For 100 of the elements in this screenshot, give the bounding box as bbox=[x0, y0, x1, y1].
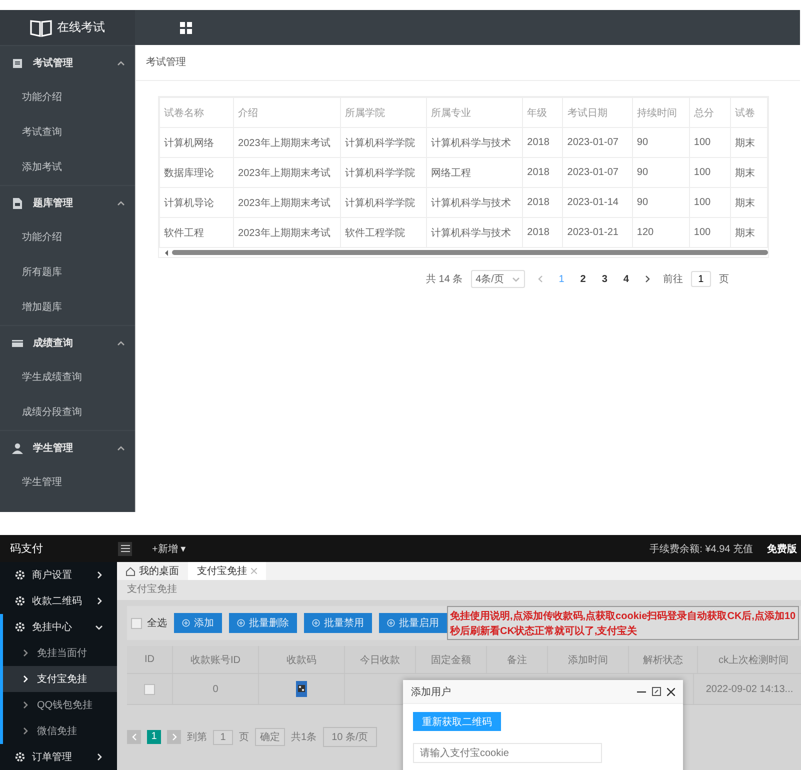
table-cell: 计算机网络 bbox=[160, 128, 234, 158]
menu-item[interactable]: 功能介绍 bbox=[0, 220, 135, 255]
menu-group-label: 题库管理 bbox=[33, 196, 74, 210]
table-cell: 100 bbox=[689, 218, 730, 248]
table-cell: 计算机科学与技术 bbox=[426, 188, 523, 218]
menu-group-label: 考试管理 bbox=[33, 56, 74, 70]
file-icon bbox=[12, 198, 23, 208]
chevron-icon bbox=[117, 199, 125, 207]
menu-item[interactable]: 功能介绍 bbox=[0, 80, 135, 115]
table-cell: 2023-01-21 bbox=[562, 218, 632, 248]
menu-item[interactable]: 成绩分段查询 bbox=[0, 395, 135, 430]
column-header: 解析状态 bbox=[629, 646, 698, 673]
action-button[interactable]: 添加 bbox=[174, 613, 222, 633]
maximize-icon bbox=[652, 687, 661, 696]
column-header: 收款码 bbox=[259, 646, 345, 673]
edition-link[interactable]: 免费版 bbox=[767, 542, 797, 556]
page-number[interactable]: 3 bbox=[598, 274, 612, 284]
action-button[interactable]: 批量禁用 bbox=[304, 613, 372, 633]
menu-item[interactable]: 考试查询 bbox=[0, 115, 135, 150]
menu-item[interactable]: 学生管理 bbox=[0, 465, 135, 500]
cookie-input-field[interactable]: 请输入支付宝cookie bbox=[413, 743, 602, 763]
table-cell: 期末 bbox=[730, 128, 768, 158]
table-cell: 软件工程 bbox=[160, 218, 234, 248]
action-button[interactable]: 批量删除 bbox=[229, 613, 297, 633]
table-cell: 2022-09-02 14:13... bbox=[694, 674, 801, 704]
table-cell: 2018 bbox=[522, 188, 563, 218]
table-cell: 2018 bbox=[522, 158, 563, 188]
menu-group-label: 学生管理 bbox=[33, 442, 74, 455]
add-new-menu[interactable]: +新增 ▾ bbox=[152, 542, 186, 556]
chevron-icon bbox=[512, 275, 520, 283]
chevron-icon bbox=[21, 675, 29, 683]
menu-group-label: 商户设置 bbox=[32, 568, 73, 582]
chevron-icon bbox=[95, 597, 103, 605]
select-all-checkbox[interactable]: 全选 bbox=[127, 616, 167, 630]
table-cell: 100 bbox=[689, 128, 730, 158]
page-suffix: 页 bbox=[718, 273, 729, 286]
chevron-icon bbox=[21, 727, 29, 735]
chevron-icon bbox=[95, 753, 103, 761]
plus-circle-icon bbox=[237, 619, 245, 627]
table-cell: 期末 bbox=[730, 218, 768, 248]
page-number[interactable]: 1 bbox=[147, 730, 161, 744]
chevron-icon bbox=[21, 701, 29, 709]
table-cell: 90 bbox=[632, 188, 690, 218]
page-size-select[interactable]: 4条/页 bbox=[470, 270, 525, 288]
column-header: 试卷名称 bbox=[160, 98, 234, 128]
close-icon bbox=[667, 688, 675, 696]
column-header: 试卷 bbox=[730, 98, 768, 128]
menu-button[interactable] bbox=[118, 542, 132, 556]
goto-label: 到第 bbox=[187, 731, 207, 744]
chevron-right-icon bbox=[172, 733, 176, 741]
chevron-right-icon bbox=[644, 275, 651, 283]
maximize-button[interactable] bbox=[652, 687, 661, 696]
table-cell: 期末 bbox=[730, 158, 768, 188]
menu-item[interactable]: 所有题库 bbox=[0, 255, 135, 290]
plus-circle-icon bbox=[312, 619, 320, 627]
table-cell: 120 bbox=[632, 218, 690, 248]
column-header: 介绍 bbox=[234, 98, 341, 128]
table-cell: 2023年上期期末考试 bbox=[234, 128, 341, 158]
total-count: 共1条 bbox=[291, 730, 317, 744]
table-cell: 计算机科学与技术 bbox=[426, 218, 523, 248]
row-checkbox[interactable] bbox=[144, 684, 155, 694]
menu-group[interactable]: 商户设置 bbox=[0, 562, 117, 588]
menu-group[interactable]: 订单管理 bbox=[0, 744, 117, 770]
table-cell: 2018 bbox=[522, 128, 563, 158]
menu-icon bbox=[120, 545, 130, 552]
table-cell: 100 bbox=[689, 188, 730, 218]
table-cell: 2018 bbox=[522, 218, 563, 248]
goto-label: 前往 bbox=[662, 272, 683, 286]
menu-item[interactable]: 支付宝免挂 bbox=[0, 666, 117, 692]
chevron-icon bbox=[21, 649, 29, 657]
table-cell: 2023-01-07 bbox=[562, 158, 632, 188]
gear-icon bbox=[15, 596, 25, 606]
column-header: ck上次检测时间 bbox=[698, 646, 801, 673]
balance-text: 手续费余额: ¥4.94 充值 bbox=[650, 542, 753, 556]
chevron-icon bbox=[95, 623, 103, 631]
page-number[interactable]: 2 bbox=[576, 274, 590, 284]
table-cell: 2023-01-14 bbox=[562, 188, 632, 218]
total-count: 共 14 条 bbox=[426, 272, 463, 286]
table-cell: 计算机科学学院 bbox=[340, 188, 427, 218]
menu-item[interactable]: 增加题库 bbox=[0, 290, 135, 325]
table-cell: 2023年上期期末考试 bbox=[234, 218, 341, 248]
table-cell: 软件工程学院 bbox=[340, 218, 427, 248]
table-cell: 计算机科学与技术 bbox=[426, 128, 523, 158]
table-cell: 0 bbox=[173, 674, 259, 704]
page-input[interactable]: 1 bbox=[690, 271, 711, 287]
plus-circle-icon bbox=[182, 619, 190, 627]
menu-group[interactable]: 收款二维码 bbox=[0, 588, 117, 614]
menu-group-label: 收款二维码 bbox=[32, 594, 83, 608]
tab[interactable]: 支付宝免挂 bbox=[188, 562, 266, 580]
menu-item[interactable]: 添加考试 bbox=[0, 150, 135, 185]
column-header: 添加时间 bbox=[548, 646, 629, 673]
close-button[interactable] bbox=[667, 688, 675, 696]
column-header: 收款账号ID bbox=[173, 646, 259, 673]
menu-item[interactable]: 学生成绩查询 bbox=[0, 360, 135, 395]
chevron-icon bbox=[117, 59, 125, 67]
card-icon bbox=[12, 338, 23, 348]
tab[interactable]: 我的桌面 bbox=[117, 562, 188, 580]
action-button[interactable]: 批量启用 bbox=[379, 613, 447, 633]
page-number[interactable]: 4 bbox=[619, 274, 633, 284]
close-icon bbox=[251, 568, 257, 574]
